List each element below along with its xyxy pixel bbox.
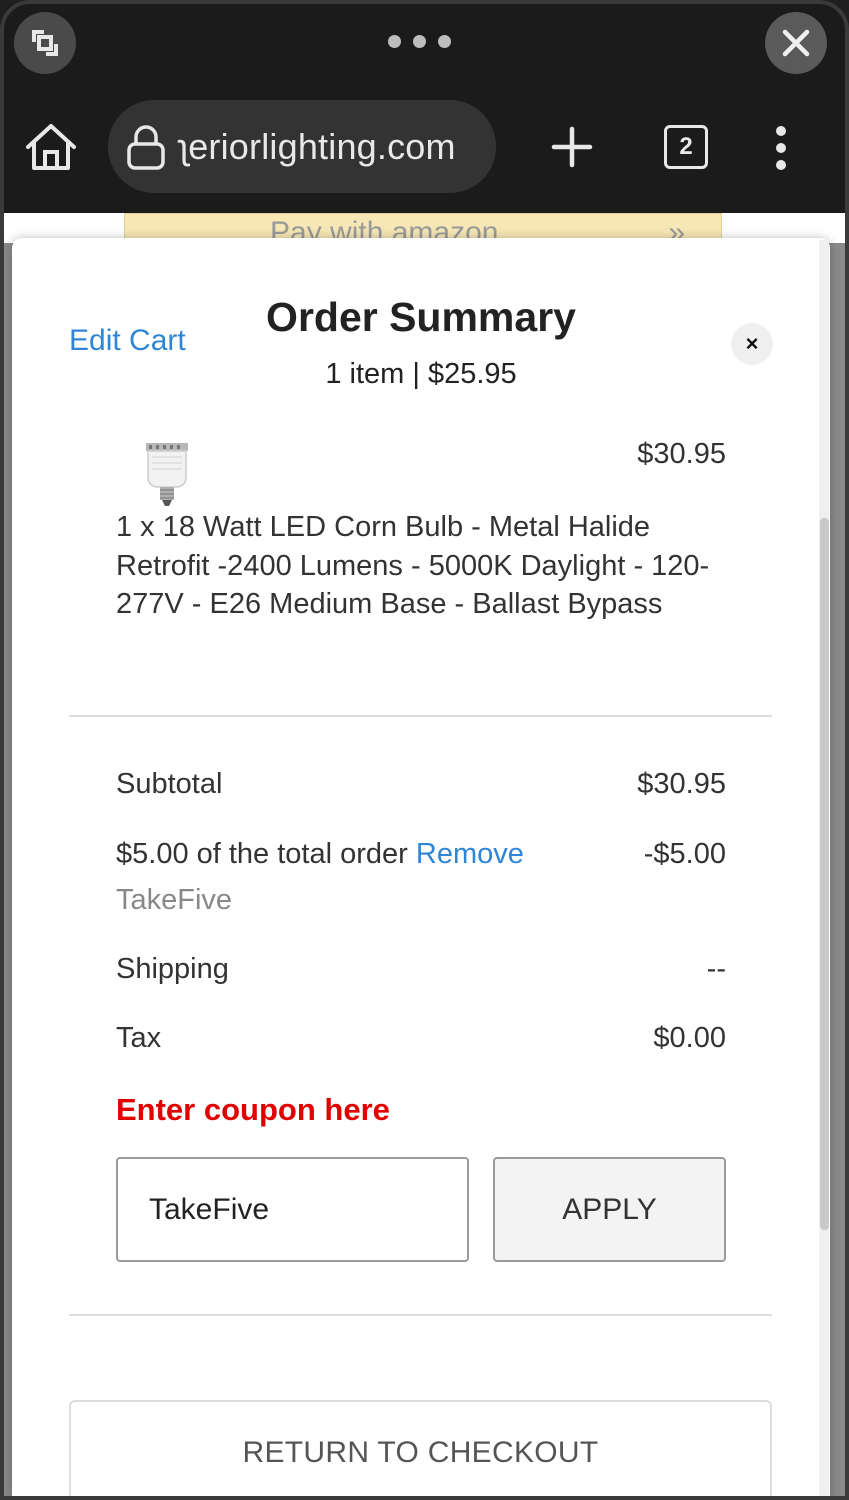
- apply-coupon-button[interactable]: APPLY: [493, 1157, 726, 1262]
- url-bar[interactable]: ʅeriorlighting.com: [108, 100, 496, 193]
- close-modal-button[interactable]: ×: [731, 323, 773, 365]
- coupon-input[interactable]: [116, 1157, 469, 1262]
- discount-row: $5.00 of the total order Remove: [116, 838, 524, 871]
- divider: [69, 715, 772, 717]
- divider: [69, 1314, 772, 1316]
- modal-title: Order Summary: [266, 294, 576, 340]
- more-vertical-icon[interactable]: [771, 126, 791, 170]
- collapse-icon: [32, 30, 58, 56]
- shipping-value: --: [706, 953, 726, 985]
- coupon-label: Enter coupon here: [116, 1092, 390, 1127]
- tabs-icon[interactable]: 2: [664, 125, 708, 169]
- plus-icon[interactable]: [550, 125, 594, 169]
- close-browser-button[interactable]: [765, 12, 827, 74]
- discount-code: TakeFive: [116, 884, 233, 916]
- lock-icon: [127, 124, 165, 170]
- tax-label: Tax: [116, 1022, 162, 1054]
- scrollbar-thumb[interactable]: [820, 518, 829, 1230]
- collapse-button[interactable]: [14, 12, 76, 74]
- browser-toolbar: ʅeriorlighting.com 2: [0, 0, 849, 213]
- tab-count: 2: [679, 133, 693, 160]
- discount-value: -$5.00: [643, 838, 726, 870]
- subtotal-label: Subtotal: [116, 768, 223, 800]
- product-description: 1 x 18 Watt LED Corn Bulb - Metal Halide…: [116, 511, 710, 620]
- order-item-count-total: 1 item | $25.95: [325, 358, 517, 390]
- url-text: ʅeriorlighting.com: [180, 125, 456, 167]
- home-icon[interactable]: [22, 120, 80, 174]
- close-icon: [782, 29, 810, 57]
- tax-value: $0.00: [653, 1022, 726, 1054]
- order-summary-modal: Edit Cart Order Summary 1 item | $25.95 …: [12, 238, 830, 1500]
- product-price: $30.95: [637, 438, 726, 470]
- return-to-checkout-button[interactable]: RETURN TO CHECKOUT: [69, 1400, 772, 1500]
- close-icon: ×: [745, 331, 759, 356]
- more-horizontal-icon[interactable]: [388, 35, 451, 48]
- discount-label: $5.00 of the total order: [116, 838, 408, 870]
- product-image: [146, 443, 188, 506]
- subtotal-value: $30.95: [637, 768, 726, 800]
- shipping-label: Shipping: [116, 953, 229, 985]
